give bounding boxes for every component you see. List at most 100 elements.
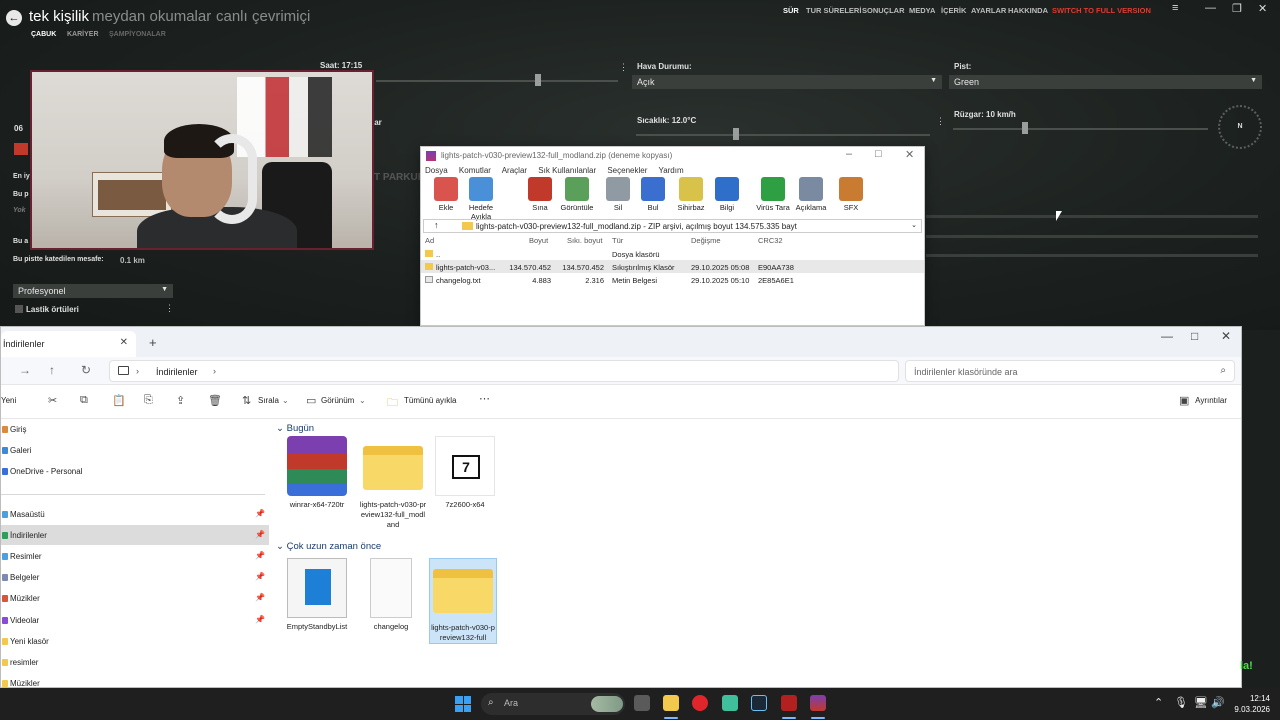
- start-button[interactable]: [455, 696, 471, 712]
- file-tile[interactable]: 7 7z2600-x64: [431, 436, 499, 510]
- menu-tools[interactable]: Araçlar: [502, 166, 527, 175]
- subtab-quick[interactable]: ÇABUK: [31, 31, 56, 38]
- close-icon[interactable]: ✕: [1258, 2, 1267, 15]
- group-header[interactable]: ⌄ Çok uzun zaman önce: [276, 541, 381, 552]
- toolbar-tool[interactable]: Sına: [520, 177, 560, 212]
- extract-all-button[interactable]: Tümünü ayıkla: [404, 396, 456, 405]
- sidebar-item[interactable]: Masaüstü 📌: [1, 504, 269, 524]
- up-arrow-icon[interactable]: ↑: [434, 220, 439, 230]
- col-crc[interactable]: CRC32: [758, 236, 783, 245]
- pin-icon[interactable]: 📌: [255, 530, 265, 539]
- share-icon[interactable]: ⇪: [176, 394, 185, 407]
- wind-slider-knob[interactable]: [1022, 122, 1028, 134]
- file-tile[interactable]: changelog: [357, 558, 425, 632]
- sidebar-item[interactable]: Belgeler 📌: [1, 567, 269, 587]
- forward-arrow-icon[interactable]: →: [19, 363, 31, 377]
- time-slider-knob[interactable]: [535, 74, 541, 86]
- toolbar-tool[interactable]: Görüntüle: [557, 177, 597, 212]
- taskbar-clock[interactable]: 12:14 9.03.2026: [1234, 693, 1270, 715]
- switch-full-version-link[interactable]: SWITCH TO FULL VERSION: [1052, 6, 1151, 15]
- close-icon[interactable]: ✕: [1221, 329, 1231, 343]
- mode-tab-live[interactable]: canlı: [216, 8, 248, 25]
- toolbar-tool[interactable]: SFX: [831, 177, 871, 212]
- nav-drive[interactable]: SÜR: [783, 6, 799, 15]
- toolbar-tool[interactable]: Virüs Tara: [753, 177, 793, 212]
- track-select[interactable]: Green ▼: [949, 75, 1262, 89]
- file-tile[interactable]: EmptyStandbyList: [283, 558, 351, 632]
- opera-icon[interactable]: [692, 695, 708, 711]
- sidebar-item[interactable]: Yeni klasör: [1, 631, 269, 651]
- whatsapp-icon[interactable]: [722, 695, 738, 711]
- chevron-down-icon[interactable]: ⌄: [282, 396, 289, 405]
- col-size[interactable]: Boyut: [529, 236, 548, 245]
- col-name[interactable]: Ad: [425, 236, 434, 245]
- breadcrumb[interactable]: › İndirilenler ›: [109, 360, 899, 382]
- wind-slider[interactable]: [953, 128, 1208, 130]
- col-type[interactable]: Tür: [612, 236, 623, 245]
- file-explorer-icon[interactable]: [663, 695, 679, 711]
- menu-file[interactable]: Dosya: [425, 166, 448, 175]
- toolbar-tool[interactable]: Açıklama: [791, 177, 831, 212]
- minimize-icon[interactable]: —: [1205, 2, 1216, 14]
- nav-about[interactable]: HAKKINDA: [1008, 6, 1048, 15]
- sidebar-item[interactable]: Resimler 📌: [1, 546, 269, 566]
- nav-laptimes[interactable]: TUR SÜRELERİ: [806, 6, 861, 15]
- group-header[interactable]: ⌄ Bugün: [276, 423, 314, 434]
- rename-icon[interactable]: ⎘: [144, 394, 153, 407]
- time-slider[interactable]: [376, 80, 618, 82]
- up-arrow-icon[interactable]: ↑: [49, 363, 55, 377]
- nav-results[interactable]: SONUÇLAR: [862, 6, 905, 15]
- sidebar-item[interactable]: Giriş: [1, 419, 269, 439]
- sidebar-item[interactable]: Müzikler: [1, 673, 269, 687]
- temperature-options-icon[interactable]: ⋮: [936, 116, 945, 127]
- steam-icon[interactable]: [751, 695, 767, 711]
- toolbar-tool[interactable]: Ekle: [426, 177, 466, 212]
- pin-icon[interactable]: 📌: [255, 615, 265, 624]
- winrar-icon[interactable]: [810, 695, 826, 711]
- chevron-right-icon[interactable]: ›: [213, 366, 216, 376]
- sidebar-item[interactable]: Videolar 📌: [1, 610, 269, 630]
- nav-content[interactable]: İÇERİK: [941, 6, 966, 15]
- menu-icon[interactable]: ≡: [1172, 2, 1178, 14]
- tyre-blanket-checkbox[interactable]: [15, 305, 23, 313]
- menu-help[interactable]: Yardım: [658, 166, 683, 175]
- minimize-icon[interactable]: –: [846, 148, 852, 160]
- winrar-file-row[interactable]: changelog.txt 4.883 2.316 Metin Belgesi 29.1…: [421, 273, 924, 286]
- subtab-championships[interactable]: ŞAMPİYONALAR: [109, 31, 166, 38]
- mode-tab-challenges[interactable]: meydan okumalar: [92, 8, 211, 25]
- search-input[interactable]: İndirilenler klasöründe ara ⌕: [905, 360, 1235, 382]
- mode-tab-single[interactable]: tek kişilik: [29, 8, 89, 25]
- mode-tab-online[interactable]: çevrimiçi: [252, 8, 310, 25]
- file-tile[interactable]: lights-patch-v030-preview132-full: [429, 558, 497, 644]
- sidebar-item[interactable]: İndirilenler 📌: [1, 525, 269, 545]
- network-icon[interactable]: 🖥: [1194, 696, 1208, 709]
- copy-icon[interactable]: ⧉: [80, 394, 88, 407]
- more-options-icon[interactable]: ⋯: [479, 392, 490, 405]
- temperature-slider[interactable]: [636, 134, 930, 136]
- toolbar-tool[interactable]: Sihirbaz: [671, 177, 711, 212]
- taskbar-search[interactable]: ⌕ Ara: [481, 693, 625, 715]
- close-icon[interactable]: ✕: [905, 148, 914, 161]
- sidebar-item[interactable]: OneDrive - Personal: [1, 461, 269, 481]
- menu-commands[interactable]: Komutlar: [459, 166, 491, 175]
- chevron-right-icon[interactable]: ›: [136, 366, 139, 376]
- back-arrow-icon[interactable]: ←: [6, 10, 22, 26]
- explorer-tab[interactable]: İndirilenler ✕: [1, 331, 136, 357]
- difficulty-select[interactable]: Profesyonel ▼: [13, 284, 173, 298]
- pin-icon[interactable]: 📌: [255, 509, 265, 518]
- volume-icon[interactable]: 🔊: [1211, 696, 1225, 709]
- assetto-corsa-icon[interactable]: [781, 695, 797, 711]
- toolbar-tool[interactable]: Hedefe Ayıkla: [461, 177, 501, 221]
- chevron-down-icon[interactable]: ⌄: [911, 221, 917, 229]
- toolbar-tool[interactable]: Bul: [633, 177, 673, 212]
- new-tab-icon[interactable]: +: [149, 335, 157, 350]
- toolbar-tool[interactable]: Bilgi: [707, 177, 747, 212]
- task-view-icon[interactable]: [634, 695, 650, 711]
- nav-media[interactable]: MEDYA: [909, 6, 935, 15]
- maximize-icon[interactable]: □: [1191, 329, 1198, 343]
- time-options-icon[interactable]: ⋮: [619, 62, 628, 73]
- sidebar-item[interactable]: Müzikler 📌: [1, 588, 269, 608]
- file-tile[interactable]: winrar-x64-720tr: [283, 436, 351, 510]
- chevron-down-icon[interactable]: ⌄: [359, 396, 366, 405]
- col-packed[interactable]: Sıkı. boyut: [567, 236, 602, 245]
